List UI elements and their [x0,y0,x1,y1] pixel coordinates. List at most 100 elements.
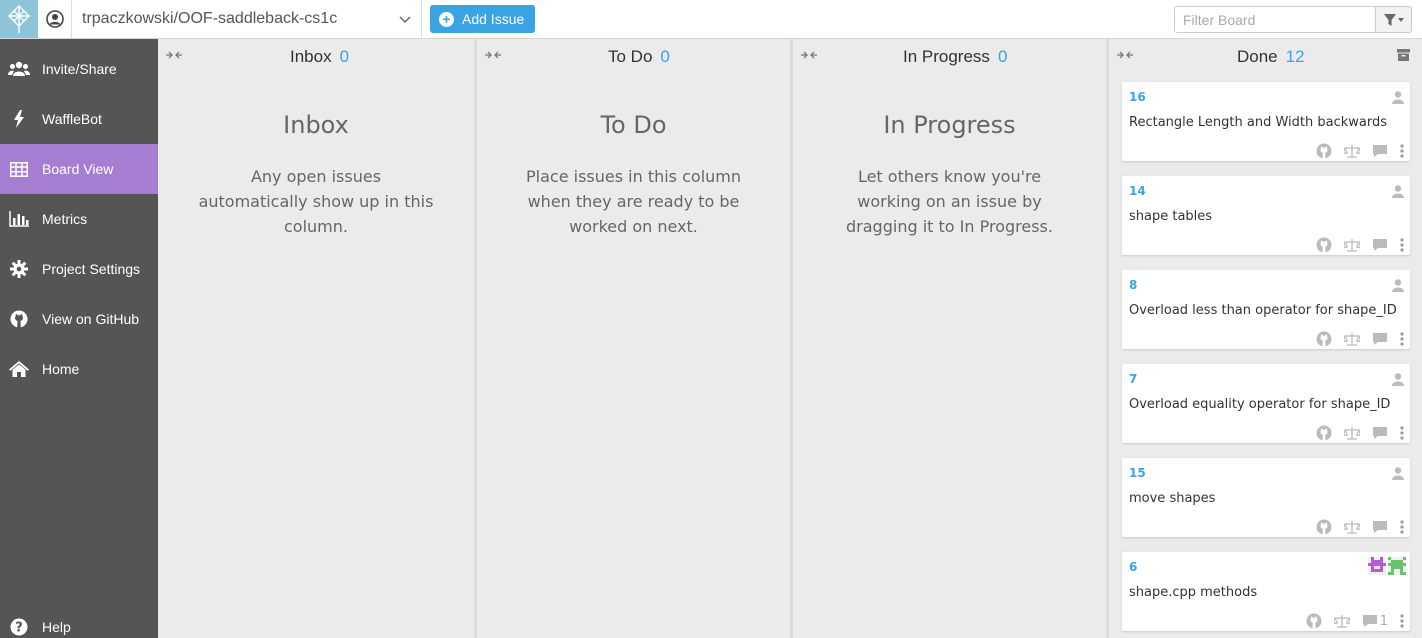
issue-title: shape.cpp methods [1129,585,1258,600]
comment-icon[interactable]: 1 [1362,614,1388,629]
sidebar-item-metrics[interactable]: Metrics [0,194,158,244]
issue-number[interactable]: 7 [1129,372,1137,386]
empty-state-title: Inbox [283,111,349,139]
collapse-column-icon[interactable] [166,51,182,59]
sidebar: Invite/Share WaffleBot Board View Metric… [0,39,158,638]
issue-number[interactable]: 14 [1129,184,1146,198]
column-header: Done 12 [1109,39,1422,73]
empty-state-title: In Progress [883,111,1016,139]
sidebar-item-project-settings[interactable]: Project Settings [0,244,158,294]
sidebar-item-board-view[interactable]: Board View [0,144,158,194]
home-icon [0,361,36,377]
comment-icon[interactable] [1372,144,1388,158]
collapse-column-icon[interactable] [1117,51,1133,59]
comment-icon[interactable] [1372,426,1388,440]
github-icon[interactable] [1316,143,1332,159]
column-count: 0 [997,47,1008,66]
more-options-icon[interactable] [1400,238,1404,252]
issue-number[interactable]: 16 [1129,90,1146,104]
repo-owner-avatar[interactable] [38,0,72,38]
github-icon[interactable] [1306,613,1322,629]
issue-number[interactable]: 8 [1129,278,1137,292]
issue-number[interactable]: 15 [1129,466,1146,480]
card-footer [1304,519,1404,535]
github-icon[interactable] [1316,331,1332,347]
help-label: Help [42,619,71,635]
column-name: Inbox [290,47,332,66]
issue-card[interactable]: 8 Overload less than operator for shape_… [1122,270,1410,349]
issue-card[interactable]: 6 shape.cpp methods 1 [1122,552,1410,631]
top-bar: trpaczkowski/OOF-saddleback-cs1c + Add I… [0,0,1422,39]
empty-state-description: Let others know you're working on an iss… [846,167,1053,236]
assignee-avatar-purple[interactable] [1368,557,1386,575]
gear-icon [0,260,36,278]
column-in-progress: In Progress 0 In Progress Let others know… [793,39,1106,638]
svg-text:?: ? [15,621,23,636]
sidebar-item-home[interactable]: Home [0,344,158,394]
card-footer: 1 [1294,613,1404,629]
issue-title: Overload less than operator for shape_ID [1129,303,1397,318]
github-icon [0,310,36,328]
user-circle-icon [45,10,64,28]
assignee-icon[interactable] [1392,279,1404,292]
scale-icon[interactable] [1344,520,1360,534]
sidebar-item-invite-share[interactable]: Invite/Share [0,44,158,94]
more-options-icon[interactable] [1400,426,1404,440]
github-icon[interactable] [1316,425,1332,441]
chevron-down-icon [399,16,411,24]
scale-icon[interactable] [1344,332,1360,346]
empty-state-description: Any open issues automatically show up in… [198,167,434,236]
issue-title: Overload equality operator for shape_ID [1129,397,1391,412]
column-count: 12 [1285,47,1305,66]
assignee-icon[interactable] [1392,185,1404,198]
help-icon: ? [0,618,36,636]
scale-icon[interactable] [1344,426,1360,440]
assignee-icon[interactable] [1392,373,1404,386]
add-issue-button[interactable]: + Add Issue [430,5,535,33]
waffle-logo[interactable] [0,0,38,38]
collapse-column-icon[interactable] [485,51,501,59]
github-icon[interactable] [1316,519,1332,535]
issue-number[interactable]: 6 [1129,560,1137,574]
assignee-icon[interactable] [1392,467,1404,480]
more-options-icon[interactable] [1400,614,1404,628]
scale-icon[interactable] [1344,238,1360,252]
issue-title: shape tables [1129,209,1213,224]
collapse-column-icon[interactable] [801,51,817,59]
issue-card[interactable]: 15 move shapes [1122,458,1410,537]
sidebar-item-wafflebot[interactable]: WaffleBot [0,94,158,144]
waffle-logo-icon [8,5,30,33]
sidebar-item-view-on-github[interactable]: View on GitHub [0,294,158,344]
column-name: In Progress [903,47,990,66]
more-options-icon[interactable] [1400,332,1404,346]
plus-circle-icon: + [439,11,454,27]
card-footer [1304,143,1404,159]
comment-icon[interactable] [1372,332,1388,346]
issue-card[interactable]: 7 Overload equality operator for shape_I… [1122,364,1410,443]
comment-count: 1 [1379,613,1388,629]
filter-board-input[interactable] [1174,6,1376,33]
assignee-avatar-green[interactable] [1388,557,1406,575]
comment-icon[interactable] [1372,238,1388,252]
bar-chart-icon [0,211,36,227]
bolt-icon [0,110,36,128]
scale-icon[interactable] [1333,614,1350,628]
comment-icon[interactable] [1372,520,1388,534]
repo-selector[interactable]: trpaczkowski/OOF-saddleback-cs1c [72,0,422,38]
assignee-icon[interactable] [1392,91,1404,104]
column-count: 0 [339,47,350,66]
add-issue-label: Add Issue [462,11,525,27]
archive-icon[interactable] [1397,49,1410,61]
scale-icon[interactable] [1344,144,1360,158]
users-icon [0,61,36,77]
issue-card[interactable]: 16 Rectangle Length and Width backwards [1122,82,1410,161]
sidebar-item-help[interactable]: ? Help [0,602,158,638]
filter-dropdown-button[interactable] [1375,6,1412,33]
column-inbox: Inbox 0 Inbox Any open issues automatical… [158,39,474,638]
github-icon[interactable] [1316,237,1332,253]
column-title: In Progress 0 [903,47,1007,67]
more-options-icon[interactable] [1400,144,1404,158]
more-options-icon[interactable] [1400,520,1404,534]
issue-card[interactable]: 14 shape tables [1122,176,1410,255]
column-title: To Do 0 [608,47,670,67]
